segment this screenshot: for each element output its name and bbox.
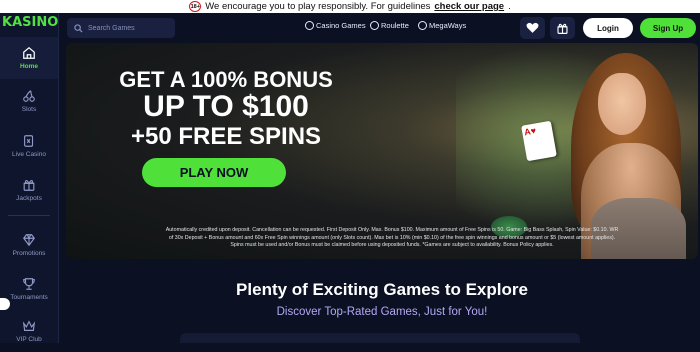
cards-icon — [24, 135, 34, 147]
login-button[interactable]: Login — [583, 18, 633, 38]
sidebar-item-label: Slots — [21, 106, 37, 113]
sidebar-item-label: Live Casino — [12, 151, 46, 158]
favorites-button[interactable] — [520, 17, 545, 39]
bonus-hero-banner[interactable]: A♥ GET A 100% BONUS UP TO $100 +50 FREE … — [66, 43, 698, 259]
gift-icon — [557, 23, 568, 34]
casino-games-icon — [305, 21, 314, 30]
sidebar-item-label: Promotions — [12, 250, 46, 257]
nav-casino-games[interactable]: Casino Games — [305, 21, 366, 30]
section-title: Plenty of Exciting Games to Explore — [236, 280, 528, 299]
sidebar-item-label: Tournaments — [10, 294, 48, 301]
nav-label: Roulette — [381, 21, 409, 30]
terms-line-3: Spins must be used and/or Bonus must be … — [230, 242, 554, 249]
sidebar-item-home[interactable]: Home — [0, 37, 58, 79]
sidebar: PLAY KASINO Home Slots Live Casino Jackp… — [0, 0, 59, 343]
search-input[interactable]: Search Games — [67, 18, 175, 38]
megaways-icon — [418, 21, 427, 30]
sidebar-item-vip-club[interactable]: VIP Club — [0, 310, 58, 352]
diamond-icon — [23, 234, 35, 247]
terms-line-2: of 30x Deposit + Bonus amount and 60x Fr… — [168, 234, 616, 241]
responsible-gaming-message: We encourage you to play responsibly. Fo… — [205, 1, 431, 12]
guidelines-link[interactable]: check our page — [434, 1, 504, 12]
sidebar-item-promotions[interactable]: Promotions — [0, 224, 58, 266]
heart-icon — [526, 22, 539, 33]
hero-headline-3: +50 FREE SPINS — [130, 123, 322, 150]
sidebar-item-jackpots[interactable]: Jackpots — [0, 169, 58, 211]
nav-label: Casino Games — [316, 21, 366, 30]
roulette-icon — [370, 21, 379, 30]
hero-headline-2: UP TO $100 — [143, 90, 309, 123]
play-now-button[interactable]: PLAY NOW — [142, 158, 286, 187]
terms-line-1: Automatically credited upon deposit. Can… — [165, 227, 619, 233]
banner-suffix: . — [508, 1, 511, 12]
hero-model-face — [598, 73, 646, 135]
sidebar-divider — [8, 215, 50, 216]
logo-line-2: KASINO — [2, 15, 59, 30]
cherry-icon — [23, 90, 35, 102]
search-placeholder: Search Games — [88, 24, 135, 32]
sidebar-item-slots[interactable]: Slots — [0, 80, 58, 122]
sidebar-item-label: Home — [19, 63, 39, 70]
playing-cards-image: A♥ — [521, 120, 557, 162]
home-icon — [23, 46, 35, 59]
nav-label: MegaWays — [429, 21, 467, 30]
crown-icon — [22, 320, 36, 331]
nav-megaways[interactable]: MegaWays — [418, 21, 466, 30]
games-carousel-top — [180, 333, 580, 343]
responsible-gaming-banner: 18+ We encourage you to play responsibly… — [0, 0, 700, 13]
age-restriction-badge: 18+ — [189, 1, 202, 12]
signup-button[interactable]: Sign Up — [640, 18, 696, 38]
rewards-button[interactable] — [550, 17, 575, 39]
trophy-icon — [23, 278, 35, 290]
sidebar-item-live-casino[interactable]: Live Casino — [0, 125, 58, 167]
search-icon — [74, 23, 83, 33]
gift-icon — [23, 179, 35, 191]
bonus-terms: Automatically credited upon deposit. Can… — [122, 227, 662, 250]
header: Search Games Casino Games Roulette MegaW… — [59, 13, 700, 45]
sidebar-item-label: VIP Club — [16, 336, 42, 343]
nav-roulette[interactable]: Roulette — [370, 21, 409, 30]
section-subtitle: Discover Top-Rated Games, Just for You! — [276, 306, 488, 318]
sidebar-item-label: Jackpots — [16, 195, 42, 202]
